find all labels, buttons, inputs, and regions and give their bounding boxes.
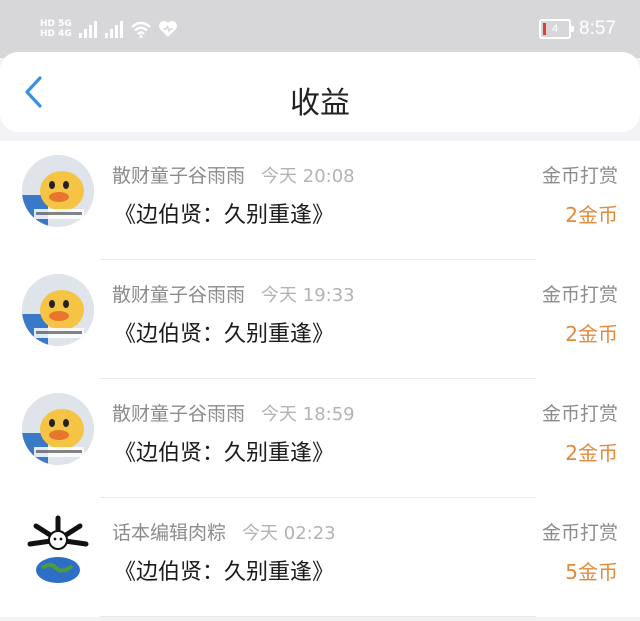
book-title: 《边伯贤：久别重逢》 <box>114 441 335 466</box>
reward-item[interactable]: 散财童子谷雨雨 今天 19:33 《边伯贤：久别重逢》 金币打赏 2金币 <box>0 260 640 379</box>
reward-amount: 2金币 <box>565 441 618 465</box>
nav-bar: 收益 <box>0 52 640 132</box>
status-bar-left: HD 5G HD 4G <box>40 14 178 44</box>
avatar[interactable] <box>22 512 94 584</box>
status-bar-right: 4 8:57 <box>539 14 616 44</box>
reward-item[interactable]: 散财童子谷雨雨 今天 18:59 《边伯贤：久别重逢》 金币打赏 2金币 <box>0 379 640 498</box>
reward-time: 今天 20:08 <box>261 166 355 187</box>
book-title: 《边伯贤：久别重逢》 <box>114 560 335 585</box>
reward-time: 今天 18:59 <box>261 404 355 425</box>
sender-name-text: 话本编辑肉粽 <box>112 522 227 544</box>
reward-amount: 2金币 <box>565 322 618 346</box>
network-label-top: HD 5G <box>40 19 72 29</box>
reward-time: 今天 02:23 <box>242 523 336 544</box>
duck-avatar-icon <box>22 274 94 346</box>
heart-icon <box>158 21 177 37</box>
book-title: 《边伯贤：久别重逢》 <box>114 203 335 228</box>
sender-name-text: 散财童子谷雨雨 <box>112 284 246 306</box>
avatar[interactable] <box>22 393 94 465</box>
sender-name: 散财童子谷雨雨 今天 18:59 <box>112 399 355 426</box>
signal-icon <box>78 21 97 38</box>
reward-amount: 5金币 <box>565 560 618 584</box>
avatar[interactable] <box>22 155 94 227</box>
duck-avatar-icon <box>22 155 94 227</box>
duck-avatar-icon <box>22 393 94 465</box>
reward-amount: 2金币 <box>565 203 618 227</box>
battery-icon: 4 <box>539 19 575 39</box>
reward-item[interactable]: 话本编辑肉粽 今天 02:23 《边伯贤：久别重逢》 金币打赏 5金币 <box>0 498 640 617</box>
reward-item[interactable]: 散财童子谷雨雨 今天 20:08 《边伯贤：久别重逢》 金币打赏 2金币 <box>0 141 640 260</box>
sender-name-text: 散财童子谷雨雨 <box>112 165 246 187</box>
avatar[interactable] <box>22 274 94 346</box>
clock: 8:57 <box>579 18 616 39</box>
network-label-bottom: HD 4G <box>40 29 72 39</box>
sender-name: 话本编辑肉粽 今天 02:23 <box>112 518 336 545</box>
planet-avatar-icon <box>22 512 94 584</box>
book-title: 《边伯贤：久别重逢》 <box>114 322 335 347</box>
sender-name-text: 散财童子谷雨雨 <box>112 403 246 425</box>
status-bar: HD 5G HD 4G 4 8:57 <box>0 0 640 58</box>
reward-type: 金币打赏 <box>541 284 618 306</box>
reward-type: 金币打赏 <box>541 403 618 425</box>
signal-icon <box>104 21 123 38</box>
reward-time: 今天 19:33 <box>261 285 355 306</box>
reward-type: 金币打赏 <box>541 522 618 544</box>
reward-type: 金币打赏 <box>541 165 618 187</box>
rewards-list: 散财童子谷雨雨 今天 20:08 《边伯贤：久别重逢》 金币打赏 2金币 散财童子… <box>0 141 640 617</box>
network-labels: HD 5G HD 4G <box>40 19 72 39</box>
divider <box>100 616 536 617</box>
wifi-icon <box>131 21 151 39</box>
page-title: 收益 <box>290 86 350 121</box>
battery-level: 4 <box>551 23 559 35</box>
sender-name: 散财童子谷雨雨 今天 19:33 <box>112 280 355 307</box>
sender-name: 散财童子谷雨雨 今天 20:08 <box>112 161 355 188</box>
